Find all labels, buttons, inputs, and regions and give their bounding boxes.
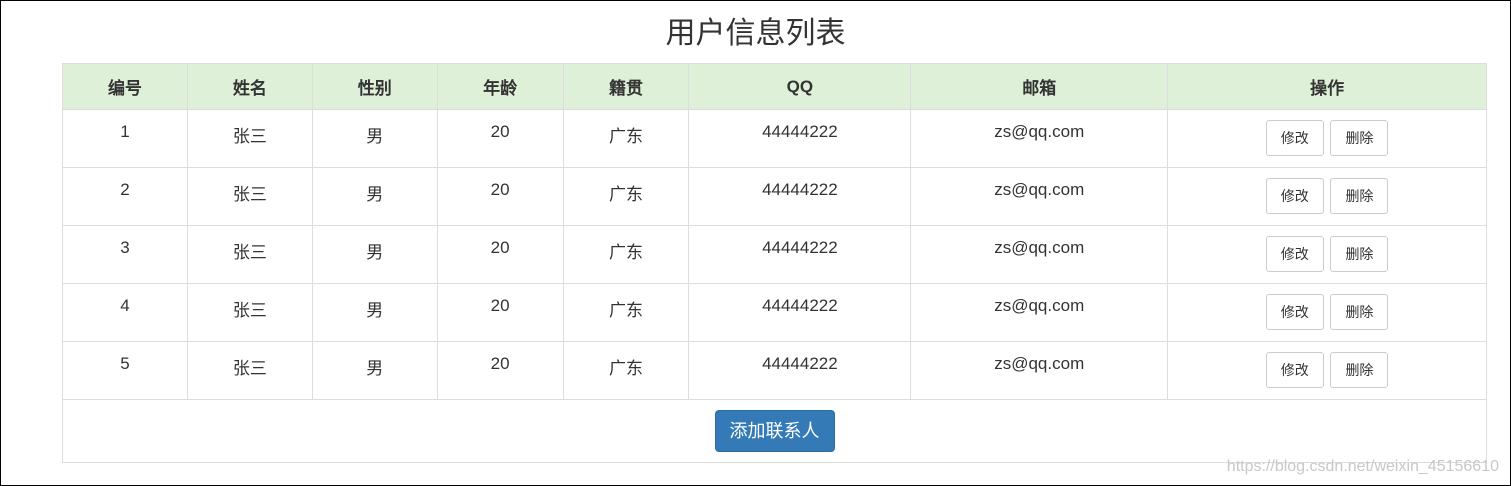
table-row: 1 张三 男 20 广东 44444222 zs@qq.com 修改 删除 [62, 109, 1487, 168]
header-origin: 籍贯 [562, 63, 690, 110]
header-id: 编号 [62, 63, 188, 110]
user-table: 编号 姓名 性别 年龄 籍贯 QQ 邮箱 操作 1 张三 男 20 广东 444… [62, 63, 1487, 463]
cell-actions: 修改 删除 [1167, 225, 1487, 284]
table-row: 3 张三 男 20 广东 44444222 zs@qq.com 修改 删除 [62, 225, 1487, 284]
cell-id: 3 [62, 225, 188, 284]
cell-name: 张三 [186, 341, 313, 400]
cell-email: zs@qq.com [910, 167, 1169, 226]
header-email: 邮箱 [910, 63, 1169, 110]
cell-qq: 44444222 [688, 225, 912, 284]
header-qq: QQ [688, 63, 912, 110]
cell-name: 张三 [186, 167, 313, 226]
cell-gender: 男 [311, 225, 438, 284]
cell-id: 4 [62, 283, 188, 342]
cell-age: 20 [436, 167, 564, 226]
table-row: 2 张三 男 20 广东 44444222 zs@qq.com 修改 删除 [62, 167, 1487, 226]
edit-button[interactable]: 修改 [1265, 120, 1324, 156]
header-name: 姓名 [186, 63, 313, 110]
delete-button[interactable]: 删除 [1330, 120, 1389, 156]
cell-email: zs@qq.com [910, 225, 1169, 284]
cell-actions: 修改 删除 [1167, 167, 1487, 226]
cell-id: 2 [62, 167, 188, 226]
cell-qq: 44444222 [688, 167, 912, 226]
delete-button[interactable]: 删除 [1330, 294, 1389, 330]
cell-age: 20 [436, 341, 564, 400]
cell-email: zs@qq.com [910, 109, 1169, 168]
edit-button[interactable]: 修改 [1265, 236, 1324, 272]
watermark: https://blog.csdn.net/weixin_45156610 [1226, 458, 1499, 475]
cell-email: zs@qq.com [910, 341, 1169, 400]
cell-gender: 男 [311, 109, 438, 168]
footer-cell: 添加联系人 [62, 399, 1487, 463]
cell-origin: 广东 [562, 341, 690, 400]
cell-gender: 男 [311, 283, 438, 342]
cell-origin: 广东 [562, 109, 690, 168]
header-actions: 操作 [1167, 63, 1487, 110]
cell-gender: 男 [311, 341, 438, 400]
cell-actions: 修改 删除 [1167, 109, 1487, 168]
cell-origin: 广东 [562, 283, 690, 342]
cell-gender: 男 [311, 167, 438, 226]
cell-email: zs@qq.com [910, 283, 1169, 342]
cell-name: 张三 [186, 283, 313, 342]
cell-origin: 广东 [562, 225, 690, 284]
cell-id: 5 [62, 341, 188, 400]
cell-qq: 44444222 [688, 341, 912, 400]
cell-id: 1 [62, 109, 188, 168]
cell-age: 20 [436, 225, 564, 284]
table-header-row: 编号 姓名 性别 年龄 籍贯 QQ 邮箱 操作 [62, 63, 1487, 110]
cell-age: 20 [436, 109, 564, 168]
edit-button[interactable]: 修改 [1265, 178, 1324, 214]
cell-name: 张三 [186, 225, 313, 284]
cell-origin: 广东 [562, 167, 690, 226]
delete-button[interactable]: 删除 [1330, 178, 1389, 214]
edit-button[interactable]: 修改 [1265, 352, 1324, 388]
cell-actions: 修改 删除 [1167, 283, 1487, 342]
cell-age: 20 [436, 283, 564, 342]
page-title: 用户信息列表 [665, 17, 846, 50]
delete-button[interactable]: 删除 [1330, 352, 1389, 388]
add-contact-button[interactable]: 添加联系人 [714, 410, 835, 452]
table-footer-row: 添加联系人 [62, 399, 1487, 463]
header-gender: 性别 [311, 63, 438, 110]
table-row: 5 张三 男 20 广东 44444222 zs@qq.com 修改 删除 [62, 341, 1487, 400]
delete-button[interactable]: 删除 [1330, 236, 1389, 272]
cell-qq: 44444222 [688, 109, 912, 168]
cell-actions: 修改 删除 [1167, 341, 1487, 400]
table-row: 4 张三 男 20 广东 44444222 zs@qq.com 修改 删除 [62, 283, 1487, 342]
edit-button[interactable]: 修改 [1265, 294, 1324, 330]
header-age: 年龄 [436, 63, 564, 110]
cell-name: 张三 [186, 109, 313, 168]
cell-qq: 44444222 [688, 283, 912, 342]
